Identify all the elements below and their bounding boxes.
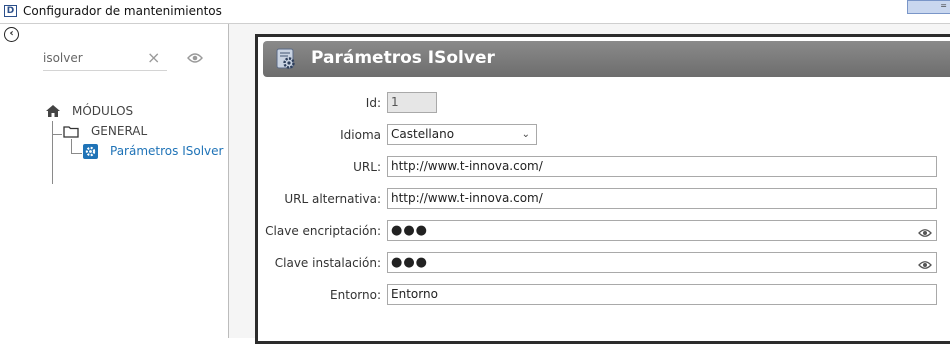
chevron-left-icon: ‹ [9,28,14,39]
clave-encriptacion-field[interactable]: ●●● [387,220,937,241]
id-field: 1 [387,92,437,113]
eye-icon[interactable] [918,257,932,276]
url-alternativa-field[interactable]: http://www.t-innova.com/ [387,188,937,209]
entorno-label: Entorno: [330,288,381,302]
idioma-select[interactable]: Castellano ⌄ [387,124,537,145]
idioma-value: Castellano [391,127,455,141]
eye-icon[interactable] [918,225,932,244]
url-field[interactable]: http://www.t-innova.com/ [387,156,937,177]
clave-encriptacion-label: Clave encriptación: [265,224,381,238]
password-dots: ●●● [391,255,429,270]
main-area: Parámetros ISolver Id: 1 Idioma Castella… [229,24,950,344]
panel-title: Parámetros ISolver [311,48,495,68]
window-title: Configurador de mantenimientos [23,4,222,18]
panel-header: Parámetros ISolver [263,41,950,77]
entorno-field[interactable]: Entorno [387,284,937,305]
tree-connector [71,153,82,154]
clave-instalacion-label: Clave instalación: [274,256,381,270]
chevron-down-icon: ⌄ [521,129,530,140]
window-control-button[interactable]: = [907,0,950,14]
url-label: URL: [353,160,381,174]
tree-item-parametros-isolver[interactable]: Parámetros ISolver [110,144,223,158]
app-icon: D [4,5,17,17]
eye-icon[interactable] [187,52,203,67]
settings-panel-icon [275,48,297,73]
id-label: Id: [365,96,381,110]
parameters-panel: Parámetros ISolver Id: 1 Idioma Castella… [255,34,950,344]
url-alternativa-label: URL alternativa: [284,192,381,206]
back-button[interactable]: ‹ [4,27,19,42]
search-box: × [43,48,167,71]
search-input[interactable] [43,50,138,66]
close-icon[interactable]: × [147,48,160,67]
clave-instalacion-field[interactable]: ●●● [387,252,937,273]
idioma-label: Idioma [340,128,381,142]
password-dots: ●●● [391,223,429,238]
window-titlebar: D Configurador de mantenimientos = [0,0,950,24]
